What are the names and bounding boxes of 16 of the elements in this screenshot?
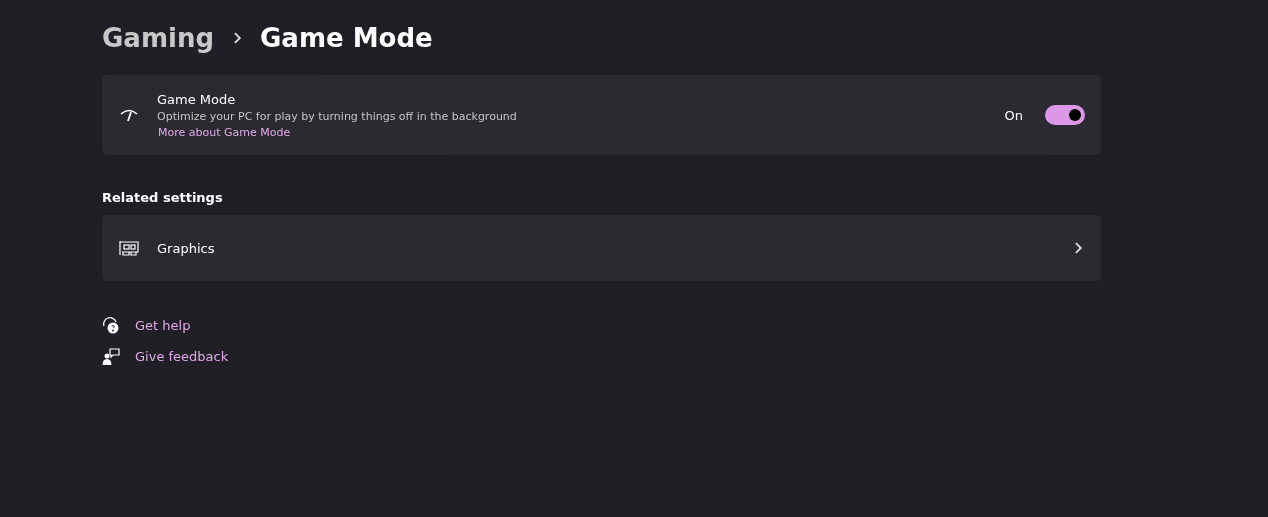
section-heading: Related settings xyxy=(102,190,224,205)
toggle-switch[interactable] xyxy=(1045,105,1085,125)
graphics-card-icon xyxy=(119,240,139,256)
help-icon xyxy=(102,317,120,334)
help-link[interactable]: Get help xyxy=(135,318,191,333)
settings-row[interactable]: Graphics xyxy=(102,215,1101,281)
setting-description: Optimize your PC for play by turning things off in the background xyxy=(157,109,518,123)
setting-title: Game Mode xyxy=(157,91,237,107)
speedometer-icon xyxy=(119,108,139,122)
page-title: Game Mode xyxy=(260,23,433,53)
feedback-icon xyxy=(102,348,120,365)
help-link[interactable]: Give feedback xyxy=(135,349,229,364)
breadcrumb-link[interactable]: Gaming xyxy=(102,23,214,53)
toggle-label: On xyxy=(1004,107,1023,123)
setting-title: Graphics xyxy=(157,240,216,256)
learn-more-link[interactable]: More about Game Mode xyxy=(158,125,987,139)
